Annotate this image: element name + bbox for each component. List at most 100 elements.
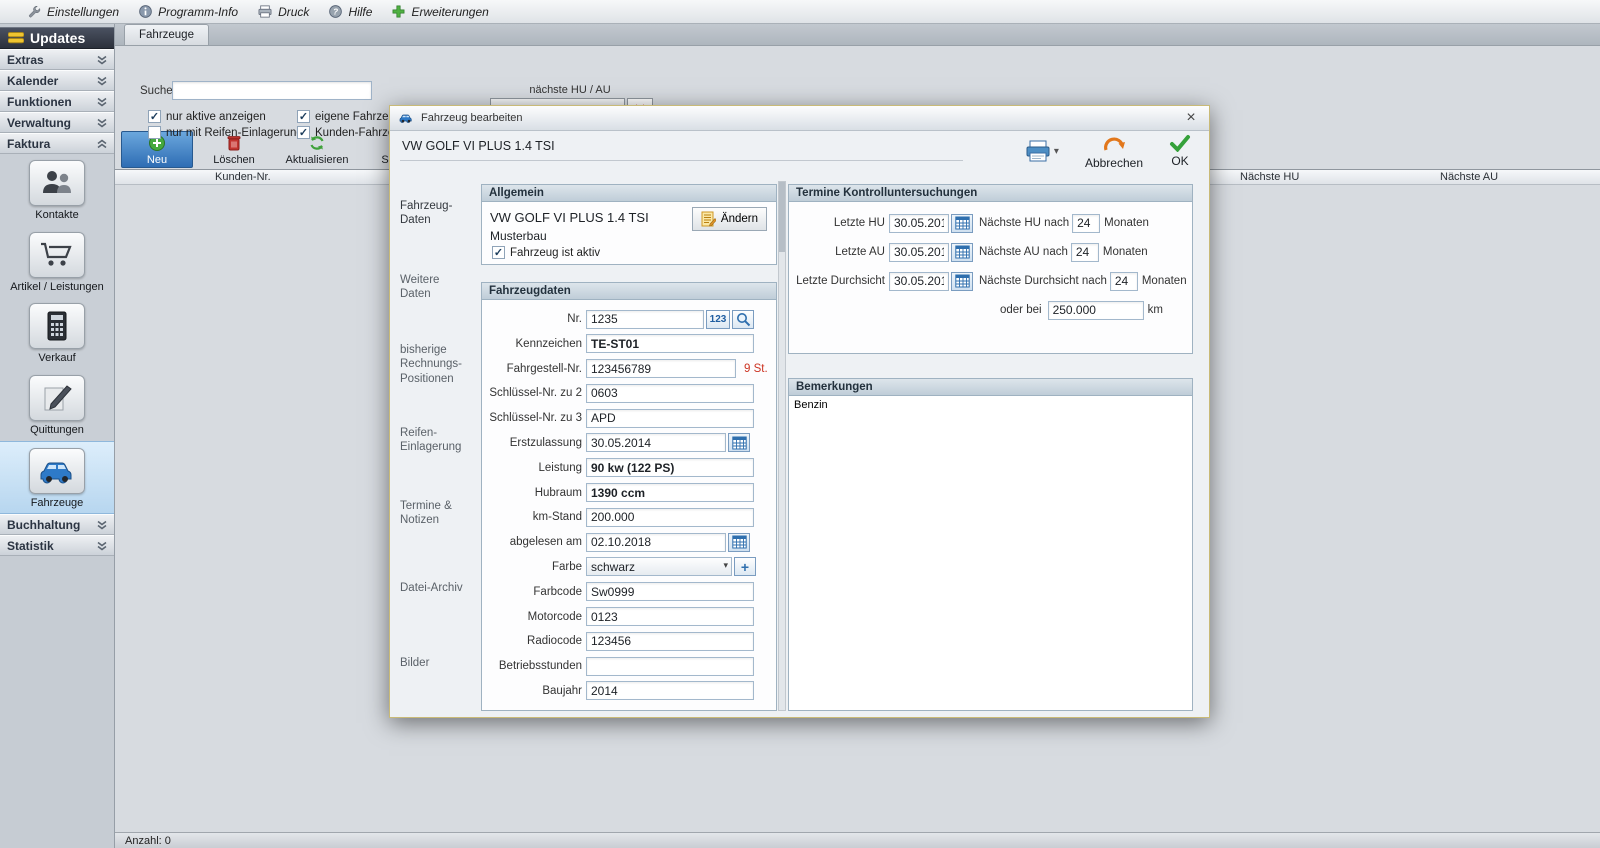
sidebar-section-extras[interactable]: Extras: [0, 49, 114, 70]
nav-bisherige-rechnungs-positionen[interactable]: bisherige Rechnungs-Positionen: [400, 343, 472, 386]
chevron-down-icon: [97, 118, 107, 128]
oder-bei-row: oder bei km: [789, 299, 1192, 321]
sidebar-item-fahrzeuge[interactable]: Fahrzeuge: [0, 441, 114, 515]
tab-strip: Fahrzeuge: [115, 24, 1600, 46]
menu-item-hilfe[interactable]: ? Hilfe: [329, 5, 372, 19]
erstzulassung-input[interactable]: [586, 433, 726, 452]
letzte-au-input[interactable]: [889, 243, 949, 262]
stueck-badge: 9 St.: [744, 363, 768, 375]
hubraum-input[interactable]: [586, 483, 754, 502]
sidebar-section-funktionen[interactable]: Funktionen: [0, 91, 114, 112]
calendar-button[interactable]: [951, 214, 973, 233]
fahrgestell-input[interactable]: [586, 359, 736, 378]
sidebar-item-verkauf[interactable]: Verkauf: [0, 297, 114, 369]
calendar-icon: [732, 436, 747, 450]
calendar-icon: [955, 274, 970, 288]
group-title: Fahrzeugdaten: [482, 283, 776, 300]
farbe-select[interactable]: schwarz: [586, 557, 732, 576]
printer-icon: [1025, 140, 1051, 162]
checkbox: [297, 110, 310, 123]
schluessel2-input[interactable]: [586, 384, 754, 403]
filter-nur-aktive[interactable]: nur aktive anzeigen: [148, 110, 266, 123]
dialog-subtitle: VW GOLF VI PLUS 1.4 TSI: [402, 139, 555, 153]
naechste-hu-monate-input[interactable]: [1072, 214, 1100, 233]
updates-banner[interactable]: Updates: [0, 27, 114, 49]
calendar-button[interactable]: [951, 243, 973, 262]
abbrechen-button[interactable]: Abbrechen: [1085, 134, 1143, 170]
calendar-button[interactable]: [951, 272, 973, 291]
scrollbar-thumb[interactable]: [779, 182, 785, 252]
field-row-abgelesen: abgelesen am: [482, 532, 776, 552]
leistung-input[interactable]: [586, 458, 754, 477]
calendar-icon: [955, 245, 970, 259]
dialog-scrollbar[interactable]: [778, 181, 786, 711]
nav-fahrzeug-daten[interactable]: Fahrzeug-Daten: [400, 199, 472, 228]
dialog-body: Fahrzeug-Daten Weitere Daten bisherige R…: [390, 177, 1209, 717]
naechste-au-monate-input[interactable]: [1071, 243, 1099, 262]
chevron-down-icon: [97, 55, 107, 65]
sidebar-section-statistik[interactable]: Statistik: [0, 535, 114, 556]
close-icon[interactable]: ×: [1181, 110, 1201, 126]
menu-item-einstellungen[interactable]: Einstellungen: [28, 5, 119, 19]
letzte-hu-input[interactable]: [889, 214, 949, 233]
group-title: Termine Kontrolluntersuchungen: [789, 185, 1192, 202]
nav-datei-archiv[interactable]: Datei-Archiv: [400, 581, 472, 595]
field-row-erstzulassung: Erstzulassung: [482, 433, 776, 453]
nav-bilder[interactable]: Bilder: [400, 656, 472, 670]
naechste-durchsicht-monate-input[interactable]: [1110, 272, 1138, 291]
faktura-panel: Kontakte Artikel / Leistungen Verkauf Qu…: [0, 154, 114, 514]
printer-icon: [258, 5, 272, 18]
baujahr-input[interactable]: [586, 681, 754, 700]
add-color-button[interactable]: +: [734, 557, 756, 576]
motorcode-input[interactable]: [586, 607, 754, 626]
filter-reifen-einlagerung[interactable]: nur mit Reifen-Einlagerung: [148, 126, 303, 139]
sidebar-item-artikel-leistungen[interactable]: Artikel / Leistungen: [0, 226, 114, 298]
km-stand-input[interactable]: [586, 508, 754, 527]
search-input[interactable]: [172, 81, 372, 100]
menu-item-erweiterungen[interactable]: Erweiterungen: [392, 5, 488, 19]
radiocode-input[interactable]: [586, 632, 754, 651]
sidebar-section-kalender[interactable]: Kalender: [0, 70, 114, 91]
letzte-durchsicht-input[interactable]: [889, 272, 949, 291]
bemerkungen-textarea[interactable]: Benzin: [789, 396, 1192, 710]
nr-input[interactable]: [586, 310, 704, 329]
number-123-button[interactable]: 123: [706, 310, 730, 329]
nav-reifen-einlagerung[interactable]: Reifen-Einlagerung: [400, 426, 472, 455]
col-naechste-hu[interactable]: Nächste HU: [1240, 171, 1299, 183]
betriebsstunden-input[interactable]: [586, 657, 754, 676]
svg-text:?: ?: [333, 7, 338, 17]
nav-termine-notizen[interactable]: Termine & Notizen: [400, 499, 472, 528]
chevron-down-icon: [97, 76, 107, 86]
field-row-fahrgestell: Fahrgestell-Nr. 9 St.: [482, 359, 776, 379]
menu-item-label: Einstellungen: [47, 5, 119, 19]
aendern-button[interactable]: Ändern: [692, 207, 767, 231]
sidebar-section-verwaltung[interactable]: Verwaltung: [0, 112, 114, 133]
dialog-actions: ▾ Abbrechen OK: [1025, 134, 1191, 170]
sidebar-item-kontakte[interactable]: Kontakte: [0, 154, 114, 226]
tab-fahrzeuge[interactable]: Fahrzeuge: [124, 24, 209, 45]
kennzeichen-input[interactable]: [586, 334, 754, 353]
dialog-header: VW GOLF VI PLUS 1.4 TSI ▾ Abbrechen OK: [390, 131, 1209, 177]
sidebar-section-buchhaltung[interactable]: Buchhaltung: [0, 514, 114, 535]
nav-weitere-daten[interactable]: Weitere Daten: [400, 273, 472, 302]
calendar-button[interactable]: [728, 533, 750, 552]
farbcode-input[interactable]: [586, 582, 754, 601]
ok-button[interactable]: OK: [1169, 134, 1191, 168]
menu-item-druck[interactable]: Druck: [258, 5, 309, 19]
print-button[interactable]: ▾: [1025, 140, 1059, 162]
col-naechste-au[interactable]: Nächste AU: [1440, 171, 1498, 183]
schluessel3-input[interactable]: [586, 409, 754, 428]
sidebar-section-faktura[interactable]: Faktura: [0, 133, 114, 154]
menu-item-programm-info[interactable]: Programm-Info: [139, 5, 238, 19]
oder-bei-km-input[interactable]: [1048, 301, 1144, 320]
calendar-icon: [732, 535, 747, 549]
sidebar-item-quittungen[interactable]: Quittungen: [0, 369, 114, 441]
abgelesen-am-input[interactable]: [586, 533, 726, 552]
col-kunden-nr[interactable]: Kunden-Nr.: [215, 171, 271, 183]
fahrzeug-aktiv-checkbox[interactable]: Fahrzeug ist aktiv: [492, 246, 600, 259]
chevron-down-icon: [97, 520, 107, 530]
menu-item-label: Druck: [278, 5, 309, 19]
calendar-button[interactable]: [728, 433, 750, 452]
lookup-button[interactable]: [732, 310, 754, 329]
termine-row-hu: Letzte HU Nächste HU nach Monaten: [789, 212, 1192, 234]
